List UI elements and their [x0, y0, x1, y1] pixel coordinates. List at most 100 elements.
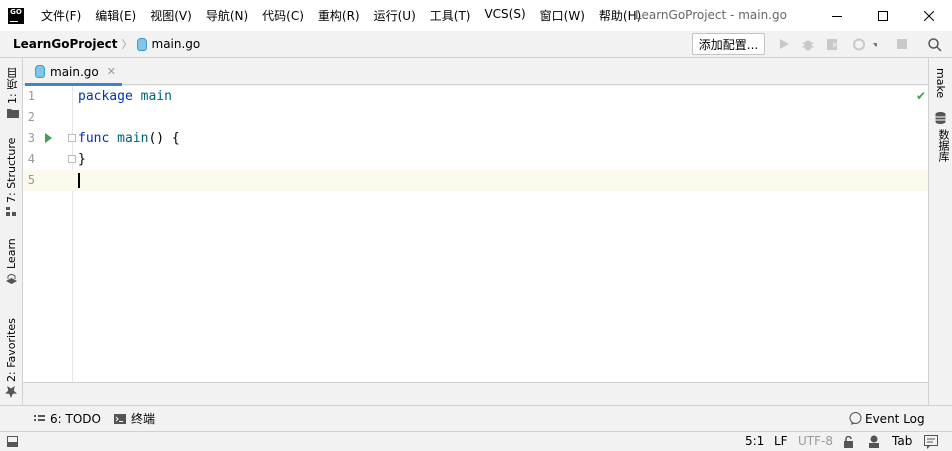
file-encoding[interactable]: UTF-8 [798, 434, 833, 448]
todo-button[interactable]: 6: TODO [34, 412, 101, 426]
terminal-icon [114, 413, 126, 424]
bottom-tool-bar: 6: TODO 终端 Event Log [0, 405, 952, 431]
learn-icon [6, 274, 17, 284]
menu-refactor[interactable]: 重构(R) [311, 7, 367, 24]
star-icon [5, 386, 18, 398]
minimize-icon [832, 15, 842, 17]
inspector-icon[interactable] [867, 435, 881, 448]
breadcrumb-project[interactable]: LearnGoProject [13, 37, 118, 51]
code-token: () { [148, 131, 180, 146]
caret-position[interactable]: 5:1 [745, 434, 764, 448]
maximize-icon [878, 10, 888, 21]
code-token: main [140, 89, 172, 104]
code-line-1: 1 package main ✔ [23, 86, 928, 107]
event-log-label: Event Log [865, 411, 925, 426]
menu-run[interactable]: 运行(U) [367, 7, 423, 24]
breadcrumb-file[interactable]: main.go [152, 37, 201, 51]
window-title: LearnGoProject - main.go [635, 8, 787, 22]
tab-database[interactable]: 数据库 [935, 112, 951, 162]
profile-icon[interactable] [853, 38, 877, 51]
code-token: package [78, 89, 133, 104]
folder-icon [7, 109, 19, 118]
code-token: } [78, 152, 86, 167]
terminal-label: 终端 [131, 412, 156, 426]
menu-view[interactable]: 视图(V) [143, 7, 199, 24]
right-tool-stripe: make 数据库 [928, 58, 952, 405]
database-icon [935, 112, 946, 124]
line-number: 2 [27, 110, 35, 124]
indent-setting[interactable]: Tab [892, 434, 912, 448]
editor-bottom-area [23, 382, 928, 405]
code-line-3: 3 func main() { [23, 128, 928, 149]
navigation-bar: LearnGoProject 〉 main.go 添加配置... [0, 31, 952, 58]
lock-icon[interactable] [843, 436, 854, 448]
menu-window[interactable]: 窗口(W) [533, 7, 592, 24]
tab-favorites[interactable]: 2: Favorites [5, 316, 18, 398]
terminal-button[interactable]: 终端 [114, 410, 155, 427]
goland-logo-icon: GO [8, 7, 24, 24]
run-gutter-icon[interactable] [45, 133, 52, 143]
run-icon[interactable] [778, 38, 790, 50]
line-number: 4 [27, 152, 35, 166]
title-bar: GO 文件(F) 编辑(E) 视图(V) 导航(N) 代码(C) 重构(R) 运… [0, 0, 952, 31]
todo-label: 6: TODO [50, 411, 101, 426]
maximize-button[interactable] [860, 0, 906, 31]
fold-close-icon[interactable] [68, 155, 76, 163]
event-log-icon [849, 412, 862, 425]
code-editor[interactable]: 1 package main ✔ 2 3 func main() { 4 } 5 [23, 86, 928, 382]
left-tool-stripe: 1: 项目 7: Structure Learn 2: Favorites [0, 58, 23, 405]
tab-main-go-label: main.go [50, 64, 99, 79]
tab-learn[interactable]: Learn [5, 234, 18, 284]
menu-tools[interactable]: 工具(T) [423, 7, 478, 24]
no-problems-check-icon[interactable]: ✔ [916, 89, 926, 103]
code-text: func main() { [78, 128, 180, 149]
structure-icon [6, 207, 17, 216]
search-icon[interactable] [928, 38, 942, 52]
tab-close-icon[interactable]: ✕ [107, 65, 116, 78]
close-button[interactable] [906, 0, 952, 31]
tab-favorites-label: 2: Favorites [5, 318, 18, 382]
stop-icon[interactable] [896, 38, 908, 50]
go-file-icon [136, 37, 147, 51]
menu-vcs[interactable]: VCS(S) [477, 7, 532, 24]
code-text: package main [78, 86, 172, 107]
code-line-2: 2 [23, 107, 928, 128]
tool-windows-toggle-icon[interactable] [7, 436, 18, 447]
window-controls [814, 0, 952, 31]
menu-navigate[interactable]: 导航(N) [199, 7, 255, 24]
add-configuration-button[interactable]: 添加配置... [692, 33, 765, 55]
breadcrumb-separator-icon: 〉 [121, 38, 133, 51]
notifications-icon[interactable] [924, 435, 938, 449]
menu-code[interactable]: 代码(C) [255, 7, 311, 24]
todo-list-icon [34, 414, 45, 421]
fold-open-icon[interactable] [68, 134, 76, 142]
line-separator[interactable]: LF [774, 434, 788, 448]
code-line-4: 4 } [23, 149, 928, 170]
event-log-button[interactable]: Event Log [849, 412, 925, 426]
editor-tab-bar: main.go ✕ [23, 58, 928, 86]
menu-bar: 文件(F) 编辑(E) 视图(V) 导航(N) 代码(C) 重构(R) 运行(U… [34, 7, 648, 24]
line-number: 5 [27, 173, 35, 187]
line-number: 3 [27, 131, 35, 145]
close-icon [924, 10, 934, 21]
line-number: 1 [27, 89, 35, 103]
tab-project[interactable]: 1: 项目 [5, 66, 21, 118]
tab-structure-label: 7: Structure [5, 138, 18, 204]
tab-database-label: 数据库 [937, 129, 950, 162]
go-file-icon [35, 65, 45, 78]
menu-edit[interactable]: 编辑(E) [88, 7, 143, 24]
coverage-icon[interactable] [826, 38, 840, 51]
status-bar: 5:1 LF UTF-8 Tab [0, 431, 952, 451]
tab-make[interactable]: make [934, 68, 947, 98]
text-caret [78, 173, 80, 188]
menu-file[interactable]: 文件(F) [34, 7, 88, 24]
tab-structure[interactable]: 7: Structure [5, 138, 18, 216]
debug-icon[interactable] [801, 38, 815, 51]
minimize-button[interactable] [814, 0, 860, 31]
code-line-5: 5 [23, 170, 928, 191]
tab-learn-label: Learn [5, 238, 18, 269]
code-token: main [117, 131, 149, 146]
tab-main-go[interactable]: main.go ✕ [25, 58, 122, 86]
